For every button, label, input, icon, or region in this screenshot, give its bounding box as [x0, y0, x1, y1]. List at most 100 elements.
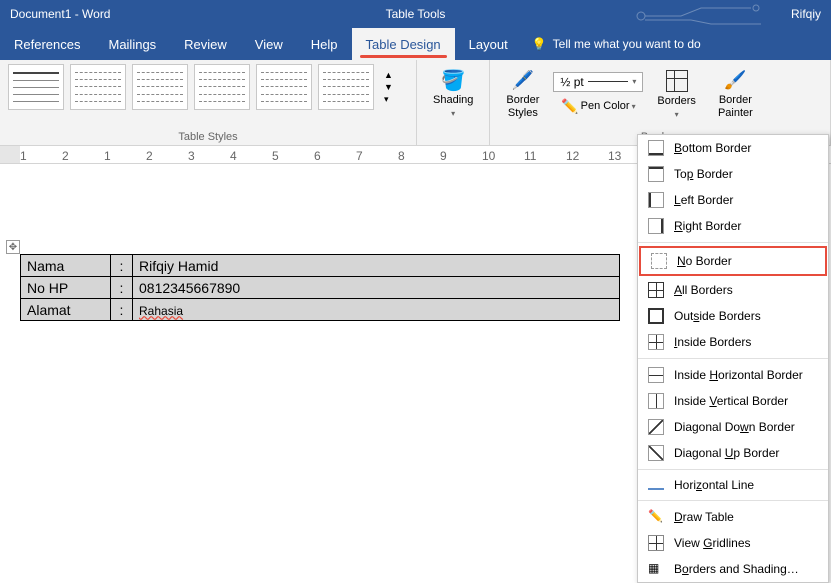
menu-right-border[interactable]: Right Border [638, 213, 828, 239]
tab-review[interactable]: Review [170, 28, 241, 60]
menu-top-border[interactable]: Top Border [638, 161, 828, 187]
tab-layout[interactable]: Layout [455, 28, 522, 60]
style-thumb-5[interactable] [256, 64, 312, 110]
tab-table-design[interactable]: Table Design [352, 28, 455, 60]
group-shading: 🪣 Shading ▾ [417, 60, 490, 145]
border-none-icon [651, 253, 667, 269]
table-tools-title: Table Tools [386, 7, 446, 21]
menu-draw-table[interactable]: ✏️Draw Table [638, 504, 828, 530]
menu-separator [638, 500, 828, 501]
tab-mailings[interactable]: Mailings [94, 28, 170, 60]
menu-view-gridlines[interactable]: View Gridlines [638, 530, 828, 556]
ruler-number: 11 [524, 149, 536, 163]
menu-all-borders[interactable]: All Borders [638, 277, 828, 303]
ruler-number: 1 [20, 149, 27, 163]
cell-value[interactable]: Rifqiy Hamid [133, 255, 620, 277]
tab-references[interactable]: References [0, 28, 94, 60]
menu-bar: References Mailings Review View Help Tab… [0, 28, 831, 60]
cell-colon[interactable]: : [111, 299, 133, 321]
ruler-number: 8 [398, 149, 405, 163]
border-ih-icon [648, 367, 664, 383]
style-thumb-2[interactable] [70, 64, 126, 110]
pencil-icon: ✏️ [648, 509, 664, 525]
pen-color-button[interactable]: ✏️ Pen Color ▾ [553, 96, 643, 117]
border-right-icon [648, 218, 664, 234]
shading-button[interactable]: 🪣 Shading ▾ [425, 64, 481, 122]
cell-colon[interactable]: : [111, 277, 133, 299]
style-thumb-6[interactable] [318, 64, 374, 110]
menu-inside-borders[interactable]: Inside Borders [638, 329, 828, 355]
ruler-number: 1 [104, 149, 111, 163]
ruler-number: 4 [230, 149, 237, 163]
menu-inside-horizontal[interactable]: Inside Horizontal Border [638, 362, 828, 388]
ruler-number: 10 [482, 149, 495, 163]
decorative-lines [631, 4, 771, 31]
border-all-icon [648, 282, 664, 298]
border-painter-label: Border Painter [718, 94, 753, 120]
content-table[interactable]: Nama : Rifqiy Hamid No HP : 081234566789… [20, 254, 620, 321]
dialog-icon: ▦ [648, 561, 664, 577]
cell-colon[interactable]: : [111, 255, 133, 277]
tell-me-label: Tell me what you want to do [553, 37, 701, 51]
border-painter-button[interactable]: 🖌️ Border Painter [710, 64, 761, 124]
style-thumb-1[interactable] [8, 64, 64, 110]
border-iv-icon [648, 393, 664, 409]
border-dd-icon [648, 419, 664, 435]
cell-label[interactable]: No HP [21, 277, 111, 299]
style-thumb-3[interactable] [132, 64, 188, 110]
tell-me[interactable]: 💡 Tell me what you want to do [532, 37, 701, 51]
cell-value[interactable]: Rahasia [133, 299, 620, 321]
table-row: Nama : Rifqiy Hamid [21, 255, 620, 277]
ruler-number: 5 [272, 149, 279, 163]
menu-no-border[interactable]: No Border [639, 246, 827, 276]
document-title: Document1 - Word [10, 7, 110, 21]
table-row: No HP : 0812345667890 [21, 277, 620, 299]
menu-outside-borders[interactable]: Outside Borders [638, 303, 828, 329]
border-du-icon [648, 445, 664, 461]
line-weight-value: ½ pt [560, 75, 583, 89]
menu-diagonal-down[interactable]: Diagonal Down Border [638, 414, 828, 440]
chevron-down-icon: ▾ [632, 77, 636, 86]
style-thumb-4[interactable] [194, 64, 250, 110]
table-styles-label: Table Styles [8, 131, 408, 145]
menu-diagonal-up[interactable]: Diagonal Up Border [638, 440, 828, 466]
menu-inside-vertical[interactable]: Inside Vertical Border [638, 388, 828, 414]
ruler-number: 2 [62, 149, 69, 163]
borders-button[interactable]: Borders ▾ [649, 65, 704, 123]
line-weight-selector[interactable]: ½ pt ▾ [553, 72, 643, 92]
border-styles-label: Border Styles [506, 94, 539, 120]
title-bar: Document1 - Word Table Tools Rifqiy [0, 0, 831, 28]
menu-left-border[interactable]: Left Border [638, 187, 828, 213]
cell-value[interactable]: 0812345667890 [133, 277, 620, 299]
tab-help[interactable]: Help [297, 28, 352, 60]
border-styles-button[interactable]: 🖊️ Border Styles [498, 64, 547, 124]
ruler-number: 13 [608, 149, 621, 163]
pen-icon: 🖊️ [511, 68, 535, 92]
hline-icon [648, 488, 664, 490]
bulb-icon: 💡 [532, 37, 547, 51]
ruler-number: 9 [440, 149, 447, 163]
user-name: Rifqiy [791, 7, 821, 21]
border-bottom-icon [648, 140, 664, 156]
borders-icon [665, 69, 689, 93]
table-move-handle[interactable]: ✥ [6, 240, 20, 254]
menu-separator [638, 469, 828, 470]
gallery-more-icon[interactable]: ▲▼▾ [380, 66, 397, 109]
chevron-down-icon: ▾ [451, 109, 455, 118]
tab-view[interactable]: View [241, 28, 297, 60]
menu-borders-shading[interactable]: ▦Borders and Shading… [638, 556, 828, 582]
group-borders: 🖊️ Border Styles ½ pt ▾ ✏️ Pen Color ▾ B… [490, 60, 831, 145]
menu-bottom-border[interactable]: BBottom Borderottom Border [638, 135, 828, 161]
menu-separator [638, 358, 828, 359]
brush-icon: 🖌️ [723, 68, 747, 92]
chevron-down-icon: ▾ [632, 102, 636, 111]
paint-bucket-icon: 🪣 [441, 68, 465, 92]
cell-label[interactable]: Nama [21, 255, 111, 277]
grid-icon [648, 535, 664, 551]
menu-separator [638, 242, 828, 243]
cell-label[interactable]: Alamat [21, 299, 111, 321]
table-styles-gallery[interactable]: ▲▼▾ [8, 64, 408, 110]
menu-horizontal-line[interactable]: Horizontal Line [638, 473, 828, 497]
chevron-down-icon: ▾ [675, 110, 679, 119]
shading-label: Shading [433, 94, 473, 107]
